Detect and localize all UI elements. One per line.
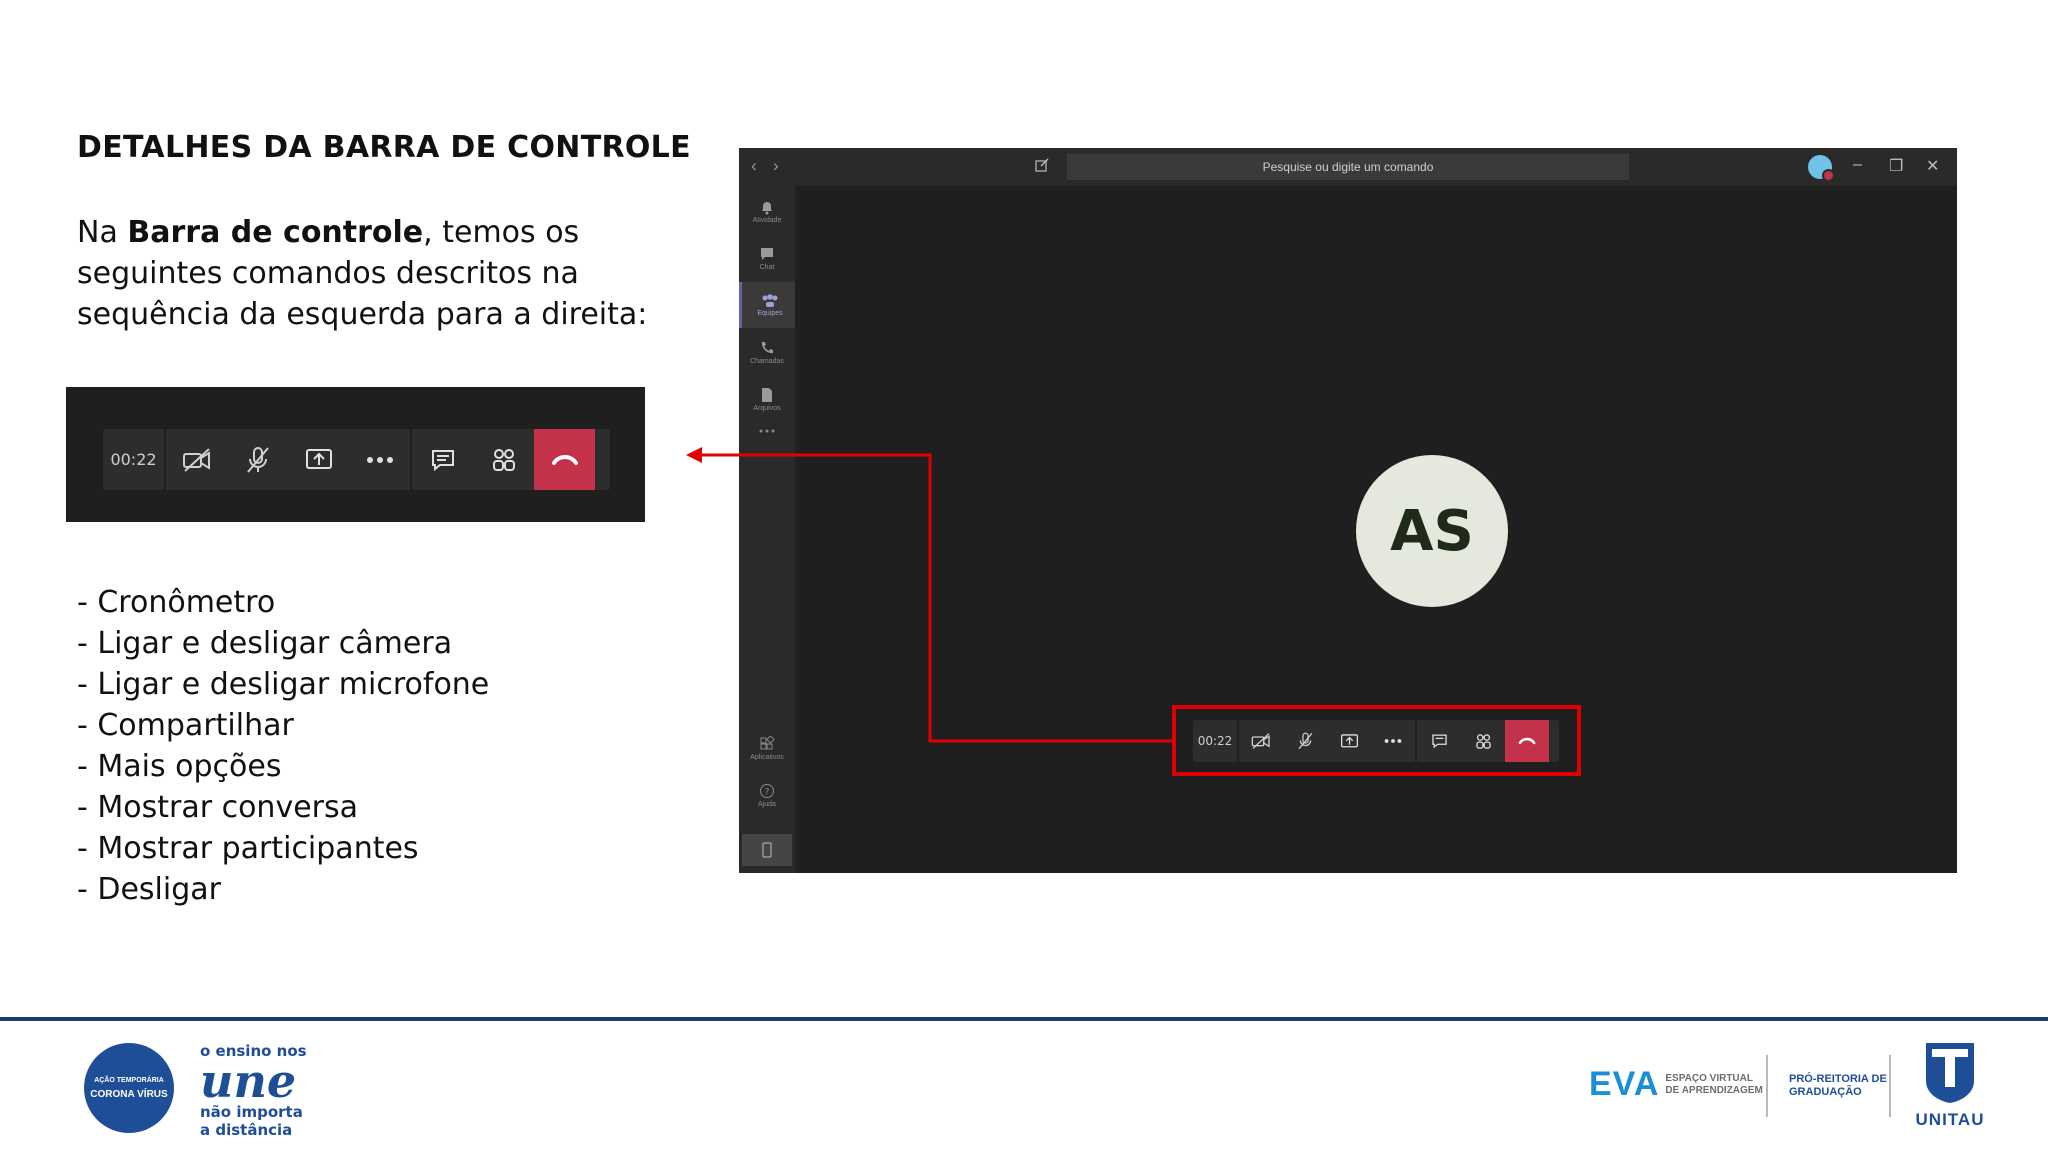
sidebar-item-chat[interactable]: Chat bbox=[739, 235, 795, 281]
slogan-bottom2: a distância bbox=[200, 1121, 293, 1139]
chat-rail-icon bbox=[761, 247, 773, 260]
sidebar-item-label: Atividade bbox=[752, 216, 782, 224]
side-rail: Atividade Chat Equipes Chamadas Arquivos… bbox=[739, 186, 798, 873]
eva-title: EVA bbox=[1589, 1065, 1660, 1103]
share-icon[interactable] bbox=[288, 429, 349, 490]
prg-line1: PRÓ-REITORIA DE bbox=[1789, 1073, 1887, 1085]
eva-subtitle: ESPAÇO VIRTUAL DE APRENDIZAGEM bbox=[1665, 1073, 1762, 1097]
slide-title: DETALHES DA BARRA DE CONTROLE bbox=[77, 130, 691, 165]
prograd-logo: PRÓ-REITORIA DE GRADUAÇÃO bbox=[1789, 1073, 1887, 1099]
list-item: - Cronômetro bbox=[77, 585, 276, 620]
list-item: - Compartilhar bbox=[77, 708, 294, 743]
corona-seal-logo: AÇÃO TEMPORÁRIA CORONA VÍRUS bbox=[84, 1043, 174, 1133]
sidebar-item-label: Arquivos bbox=[753, 404, 781, 412]
sidebar-item-label: Chamadas bbox=[750, 357, 784, 365]
control-bar-zoom: 00:22 bbox=[66, 387, 645, 522]
sidebar-item-label: Aplicativos bbox=[750, 753, 784, 761]
back-icon[interactable]: ‹ bbox=[751, 156, 757, 176]
hangup-icon[interactable] bbox=[534, 429, 595, 490]
minimize-icon[interactable]: – bbox=[1853, 156, 1862, 174]
bell-icon bbox=[762, 201, 772, 214]
slogan-bottom1: não importa bbox=[200, 1103, 303, 1121]
list-item: - Ligar e desligar microfone bbox=[77, 667, 490, 702]
status-dot bbox=[1822, 169, 1835, 182]
unitau-shield-icon bbox=[1926, 1043, 1974, 1103]
intro-paragraph: Na Barra de controle, temos os seguintes… bbox=[77, 212, 677, 335]
phone-icon bbox=[761, 341, 773, 353]
list-item: - Mais opções bbox=[77, 749, 282, 784]
footer-separator bbox=[1889, 1055, 1891, 1117]
timer-segment: 00:22 bbox=[103, 429, 164, 490]
footer-separator bbox=[1766, 1055, 1768, 1117]
close-icon[interactable]: ✕ bbox=[1926, 156, 1939, 176]
sidebar-item-teams[interactable]: Equipes bbox=[739, 282, 798, 328]
search-input[interactable]: Pesquise ou digite um comando bbox=[1067, 154, 1629, 180]
view-segment bbox=[410, 429, 595, 490]
list-item: - Desligar bbox=[77, 872, 221, 907]
sidebar-item-label: Equipes bbox=[757, 309, 783, 317]
forward-icon[interactable]: › bbox=[773, 156, 779, 176]
eva-logo: EVA ESPAÇO VIRTUAL DE APRENDIZAGEM bbox=[1589, 1065, 1763, 1104]
unitau-logo: UNITAU bbox=[1909, 1041, 1991, 1130]
svg-text:?: ? bbox=[765, 787, 770, 797]
sidebar-more-icon[interactable] bbox=[739, 416, 795, 446]
compose-icon[interactable] bbox=[1035, 158, 1049, 177]
sidebar-item-help[interactable]: ? Ajuda bbox=[739, 772, 795, 818]
device-button[interactable] bbox=[742, 834, 792, 866]
prg-line2: GRADUAÇÃO bbox=[1789, 1086, 1862, 1098]
sidebar-item-activity[interactable]: Atividade bbox=[739, 188, 795, 234]
user-avatar[interactable] bbox=[1808, 155, 1835, 182]
highlight-box bbox=[1172, 705, 1581, 776]
mobile-icon bbox=[762, 842, 772, 858]
mic-off-icon[interactable] bbox=[227, 429, 288, 490]
help-icon: ? bbox=[760, 783, 774, 798]
intro-bold: Barra de controle bbox=[127, 215, 424, 250]
list-item: - Mostrar conversa bbox=[77, 790, 359, 825]
unitau-name: UNITAU bbox=[1915, 1110, 1985, 1129]
command-list: - Cronômetro - Ligar e desligar câmera -… bbox=[77, 582, 489, 910]
intro-prefix: Na bbox=[77, 215, 128, 250]
media-segment bbox=[164, 429, 410, 490]
participant-avatar: AS bbox=[1356, 455, 1508, 607]
sidebar-item-label: Ajuda bbox=[758, 800, 776, 808]
list-item: - Ligar e desligar câmera bbox=[77, 626, 453, 661]
eva-sub2: DE APRENDIZAGEM bbox=[1665, 1084, 1763, 1096]
sidebar-item-apps[interactable]: Aplicativos bbox=[739, 725, 795, 771]
sidebar-item-calls[interactable]: Chamadas bbox=[739, 329, 795, 375]
sidebar-item-label: Chat bbox=[759, 263, 775, 271]
slogan-logo: o ensino nos une não importa a distância bbox=[200, 1043, 307, 1139]
seal-line2: CORONA VÍRUS bbox=[90, 1088, 168, 1100]
restore-icon[interactable]: ❐ bbox=[1889, 156, 1903, 176]
search-placeholder: Pesquise ou digite um comando bbox=[1262, 160, 1434, 174]
call-timer: 00:22 bbox=[110, 450, 157, 469]
apps-icon bbox=[760, 735, 775, 749]
titlebar: ‹ › Pesquise ou digite um comando – ❐ ✕ bbox=[739, 148, 1957, 186]
camera-off-icon[interactable] bbox=[166, 429, 227, 490]
slogan-mid: une bbox=[200, 1054, 297, 1108]
chat-icon[interactable] bbox=[412, 429, 473, 490]
participants-icon[interactable] bbox=[473, 429, 534, 490]
footer: AÇÃO TEMPORÁRIA CORONA VÍRUS o ensino no… bbox=[0, 1021, 2048, 1152]
more-icon[interactable] bbox=[349, 429, 410, 490]
control-bar-large: 00:22 bbox=[103, 429, 610, 490]
file-icon bbox=[762, 387, 772, 402]
eva-sub1: ESPAÇO VIRTUAL bbox=[1665, 1072, 1753, 1084]
teams-icon bbox=[762, 293, 778, 307]
list-item: - Mostrar participantes bbox=[77, 831, 419, 866]
seal-line1: AÇÃO TEMPORÁRIA bbox=[94, 1076, 164, 1084]
